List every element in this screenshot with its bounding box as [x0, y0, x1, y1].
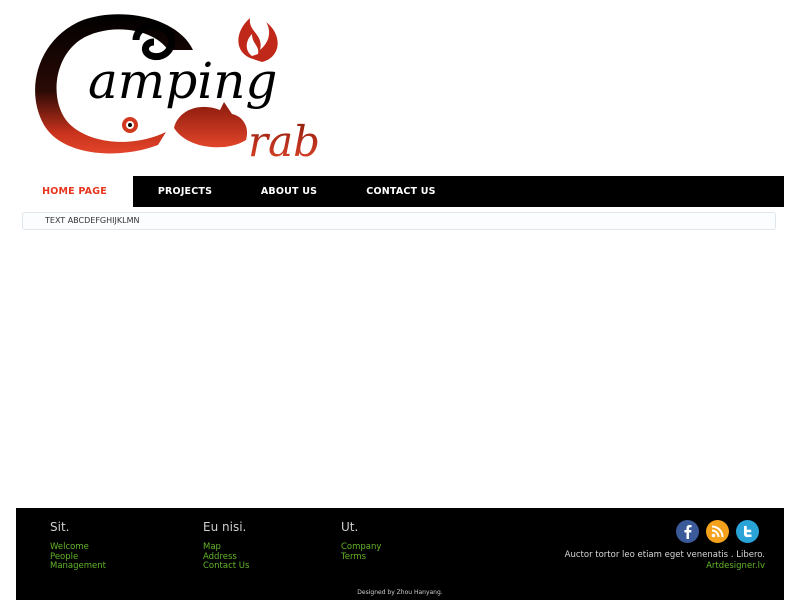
twitter-icon[interactable] [736, 520, 759, 543]
main-nav: HOME PAGE PROJECTS ABOUT US CONTACT US [16, 176, 784, 207]
site-logo[interactable]: amping rab [28, 10, 368, 166]
content-text: TEXT ABCDEFGHIJKLMN [45, 216, 140, 225]
logo-text-line1: amping [88, 52, 277, 110]
footer-designer-link[interactable]: Artdesigner.lv [706, 561, 765, 571]
footer-col-1-title: Sit. [50, 520, 70, 534]
rss-icon[interactable] [706, 520, 729, 543]
footer-link-terms[interactable]: Terms [341, 552, 381, 563]
footer-credit: Designed by Zhou Hanyang. [357, 589, 443, 596]
footer-col-1: Sit. Welcome People Management [50, 520, 106, 572]
footer-text: Auctor tortor leo etiam eget venenatis .… [535, 550, 765, 572]
nav-about[interactable]: ABOUT US [237, 176, 341, 207]
footer-col-3: Ut. Company Terms [341, 520, 381, 562]
footer-col-3-title: Ut. [341, 520, 359, 534]
footer-col-2-title: Eu nisi. [203, 520, 247, 534]
footer-link-contact[interactable]: Contact Us [203, 562, 249, 572]
nav-home[interactable]: HOME PAGE [16, 176, 133, 207]
footer: Sit. Welcome People Management Eu nisi. … [16, 508, 784, 600]
footer-col-2: Eu nisi. Map Address Contact Us [203, 520, 249, 572]
footer-description: Auctor tortor leo etiam eget venenatis .… [564, 550, 765, 560]
nav-contact[interactable]: CONTACT US [341, 176, 461, 207]
facebook-icon[interactable] [676, 520, 699, 543]
footer-link-management[interactable]: Management [50, 562, 106, 572]
logo-text-line2: rab [248, 117, 320, 160]
content-box: TEXT ABCDEFGHIJKLMN [22, 212, 776, 230]
nav-projects[interactable]: PROJECTS [133, 176, 237, 207]
